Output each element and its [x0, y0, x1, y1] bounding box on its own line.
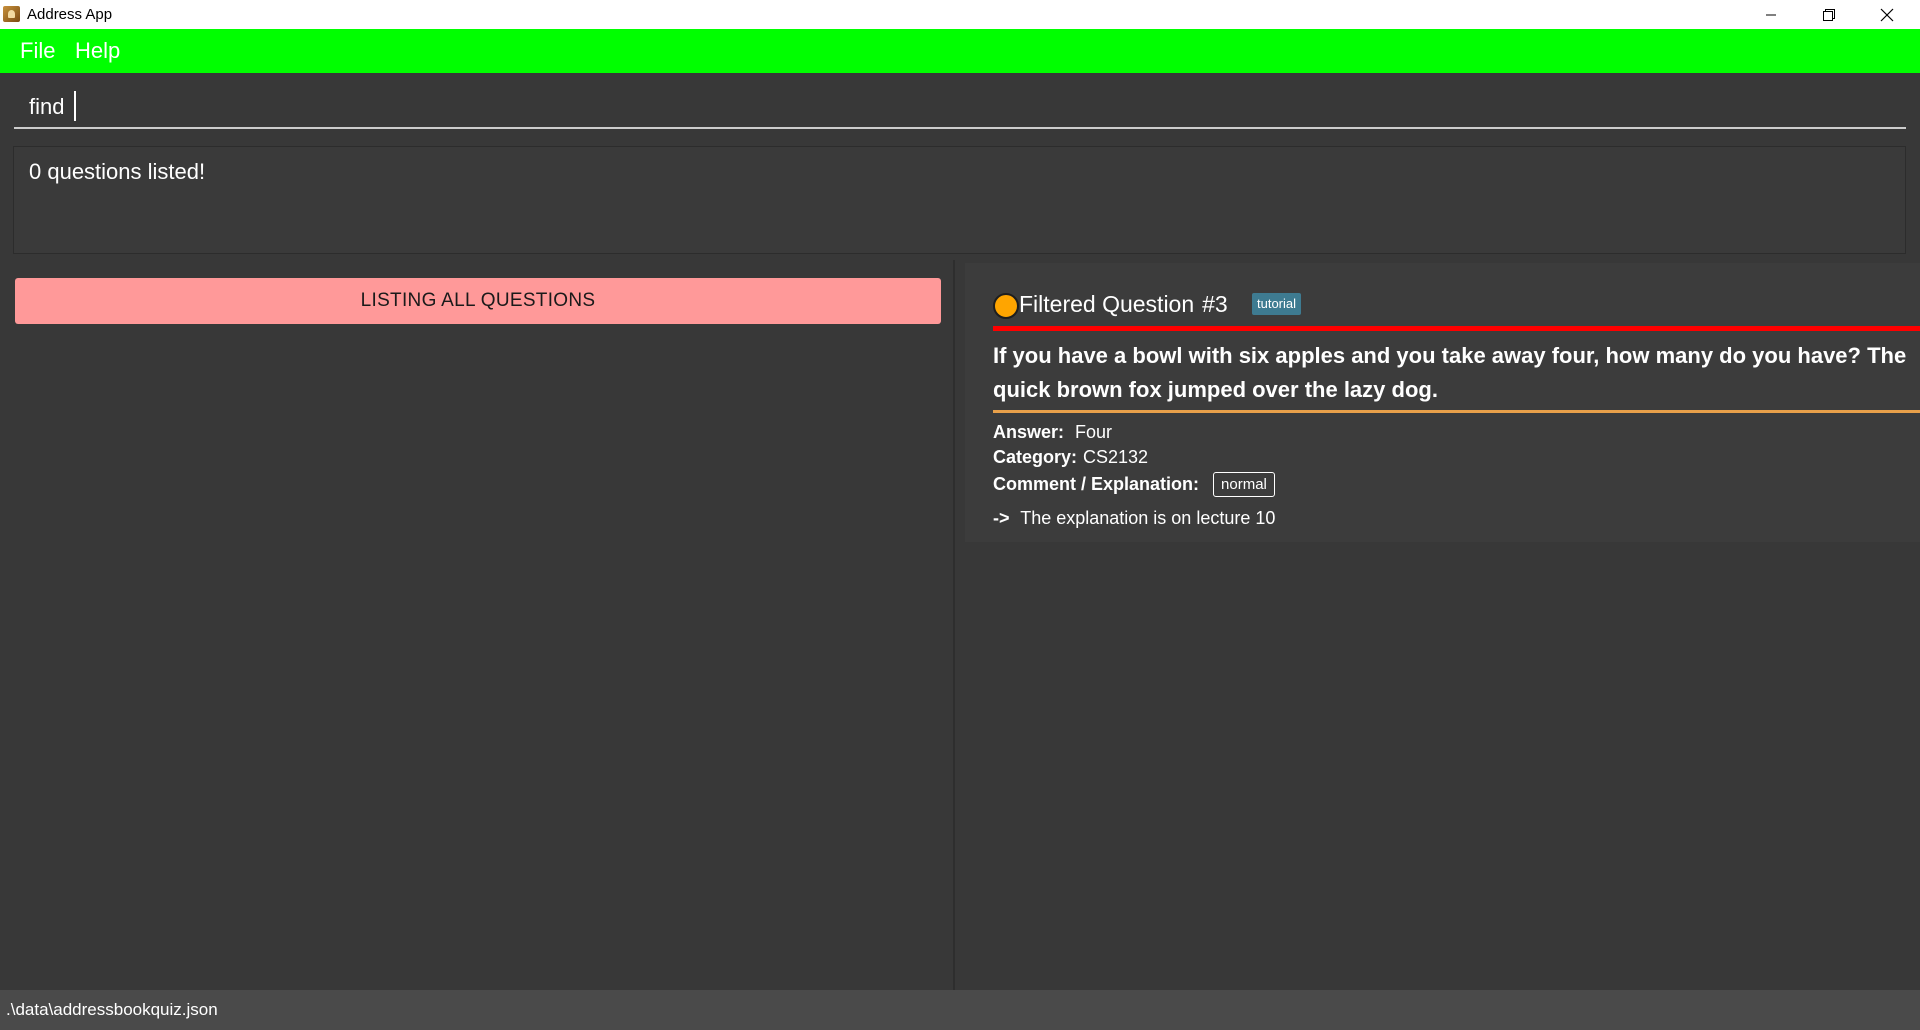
listing-all-questions-button[interactable]: LISTING ALL QUESTIONS	[15, 278, 941, 324]
card-title: Filtered Question #3	[1019, 291, 1228, 318]
close-icon	[1880, 8, 1894, 21]
app-icon	[3, 6, 20, 22]
comment-row: Comment / Explanation: normal	[993, 472, 1275, 497]
card-number: #3	[1202, 291, 1228, 317]
restore-icon	[1823, 8, 1835, 21]
close-button[interactable]	[1858, 0, 1916, 29]
menu-help[interactable]: Help	[75, 38, 120, 64]
question-tag: tutorial	[1252, 293, 1302, 315]
answer-label: Answer:	[993, 422, 1065, 442]
menu-file[interactable]: File	[20, 38, 55, 64]
command-text-container: find	[29, 91, 76, 121]
result-display: 0 questions listed!	[0, 135, 1920, 260]
status-bar: .\data\addressbookquiz.json	[0, 990, 1920, 1030]
save-location-path: .\data\addressbookquiz.json	[6, 1000, 218, 1019]
comment-label: Comment / Explanation:	[993, 474, 1200, 494]
command-input[interactable]: find	[14, 79, 1906, 129]
explanation-arrow: ->	[993, 508, 1010, 528]
menu-bar: File Help	[0, 29, 1920, 73]
question-list-panel: LISTING ALL QUESTIONS	[0, 260, 955, 990]
window-title: Address App	[27, 6, 113, 23]
explanation-text: The explanation is on lecture 10	[1020, 508, 1276, 528]
result-message: 0 questions listed!	[29, 159, 206, 184]
result-text-area[interactable]: 0 questions listed!	[13, 146, 1906, 254]
comment-tag: normal	[1213, 472, 1275, 497]
text-caret	[73, 91, 76, 121]
restore-button[interactable]	[1800, 0, 1858, 29]
question-text: If you have a bowl with six apples and y…	[993, 343, 1907, 402]
question-divider	[993, 410, 1920, 413]
answer-value: Four	[1075, 422, 1113, 442]
question-detail-panel: Filtered Question #3 tutorial If you have…	[955, 260, 1920, 990]
title-divider	[993, 326, 1920, 331]
category-value: CS2132	[1083, 447, 1149, 467]
category-row: Category: CS2132	[993, 447, 1148, 468]
question-card[interactable]: Filtered Question #3 tutorial If you have…	[965, 263, 1920, 542]
title-bar: Address App	[0, 0, 1920, 29]
command-box: find	[0, 73, 1920, 135]
answer-row: Answer: Four	[993, 422, 1112, 443]
minimize-icon	[1766, 14, 1776, 15]
card-title-text: Filtered Question	[1019, 291, 1195, 317]
status-dot-icon	[993, 293, 1019, 319]
command-text: find	[29, 94, 71, 119]
minimize-button[interactable]	[1742, 0, 1800, 29]
category-label: Category:	[993, 447, 1078, 467]
explanation-row: -> The explanation is on lecture 10	[993, 508, 1275, 529]
